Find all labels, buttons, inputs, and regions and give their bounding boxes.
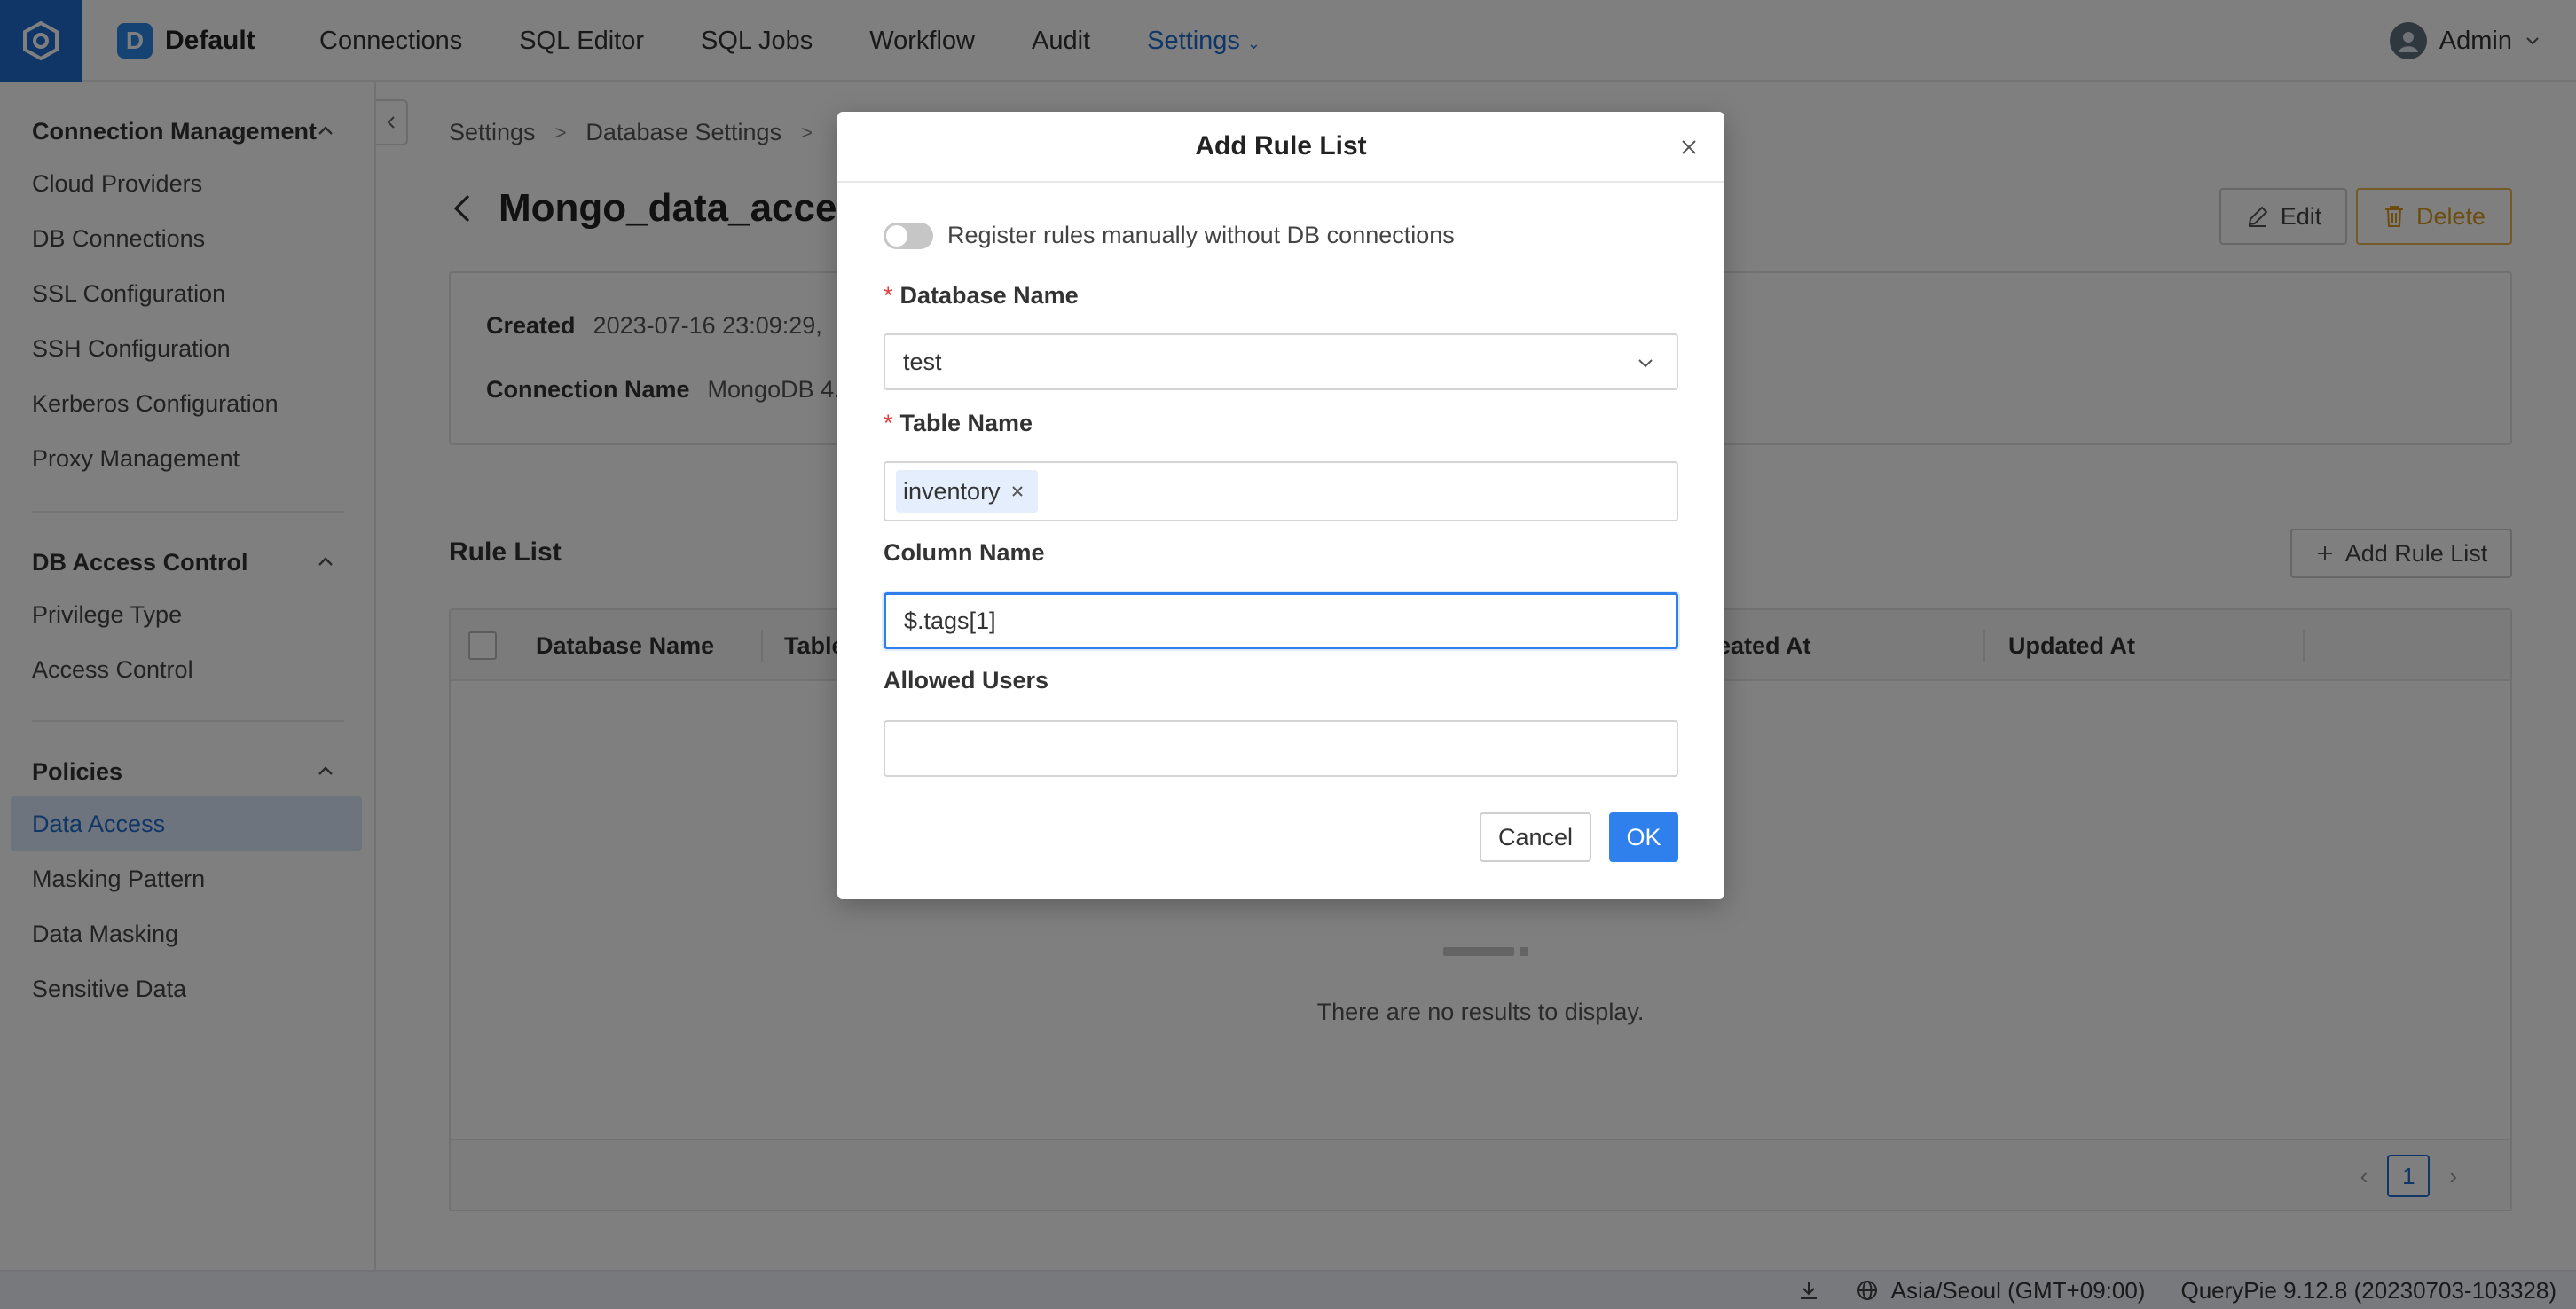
cancel-button-label: Cancel bbox=[1497, 823, 1574, 850]
cancel-button[interactable]: Cancel bbox=[1480, 812, 1591, 862]
table-tag-label: inventory bbox=[903, 477, 1001, 505]
toggle-knob bbox=[886, 224, 907, 247]
manual-register-toggle[interactable] bbox=[884, 222, 933, 249]
allowed-users-input[interactable] bbox=[884, 720, 1678, 777]
modal-title: Add Rule List bbox=[1195, 131, 1367, 161]
table-tag: inventory bbox=[896, 470, 1038, 513]
table-name-label-text: Table Name bbox=[899, 410, 1033, 436]
ok-button[interactable]: OK bbox=[1609, 812, 1678, 862]
database-name-label-text: Database Name bbox=[899, 282, 1079, 309]
column-name-value: $.tags[1] bbox=[904, 607, 996, 634]
column-name-input[interactable]: $.tags[1] bbox=[884, 592, 1678, 649]
table-name-label: * Table Name bbox=[884, 410, 1033, 437]
database-name-dropdown[interactable]: test bbox=[884, 333, 1678, 390]
required-asterisk: * bbox=[884, 282, 893, 309]
table-name-input[interactable]: inventory bbox=[884, 461, 1678, 521]
chevron-down-icon bbox=[1638, 359, 1653, 368]
tag-remove-icon[interactable] bbox=[1009, 483, 1025, 499]
allowed-users-label: Allowed Users bbox=[884, 667, 1049, 694]
required-asterisk: * bbox=[884, 410, 893, 436]
manual-register-label: Register rules manually without DB conne… bbox=[947, 222, 1455, 248]
close-icon bbox=[1682, 140, 1696, 154]
modal-header: Add Rule List bbox=[837, 112, 1724, 183]
column-name-label: Column Name bbox=[884, 539, 1045, 566]
add-rule-list-modal: Add Rule List Register rules manually wi… bbox=[837, 112, 1724, 899]
database-name-value: test bbox=[903, 348, 942, 375]
ok-button-label: OK bbox=[1626, 823, 1661, 850]
close-button[interactable] bbox=[1677, 135, 1701, 160]
manual-register-row: Register rules manually without DB conne… bbox=[884, 222, 1455, 249]
database-name-label: * Database Name bbox=[884, 282, 1079, 310]
